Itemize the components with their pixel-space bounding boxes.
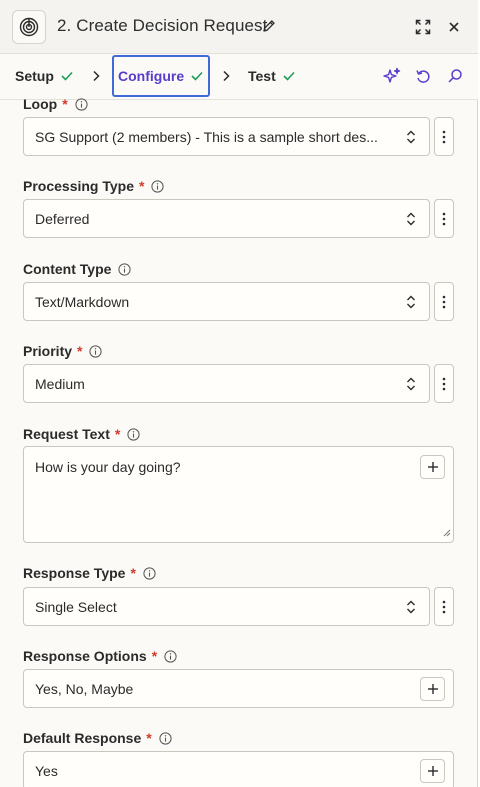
processing-type-select[interactable]: Deferred (23, 199, 430, 238)
processing-type-label-text: Processing Type (23, 178, 135, 194)
app-logo-icon (12, 10, 46, 44)
pencil-icon[interactable] (262, 19, 276, 38)
chevron-right-icon (222, 69, 230, 87)
tab-setup[interactable]: Setup (15, 54, 73, 98)
step-tabs: Setup Configure Test (0, 54, 478, 100)
info-icon[interactable] (127, 427, 140, 441)
content-type-label: Content Type (23, 261, 132, 277)
sparkle-icon[interactable] (382, 66, 402, 86)
tab-label: Configure (118, 68, 185, 84)
required-mark: * (139, 178, 145, 194)
info-icon[interactable] (159, 731, 172, 745)
default-response-input[interactable]: Yes (23, 751, 454, 787)
panel-title: 2. Create Decision Request (57, 16, 268, 35)
undo-icon[interactable] (413, 66, 433, 86)
response-type-select[interactable]: Single Select (23, 587, 430, 626)
configure-panel: 2. Create Decision Request Setup Configu… (0, 0, 478, 787)
request-text-value: How is your day going? (35, 459, 181, 475)
info-icon[interactable] (151, 179, 165, 193)
request-text-input[interactable]: How is your day going? (23, 446, 454, 543)
updown-icon (406, 377, 416, 394)
info-icon[interactable] (164, 649, 177, 663)
response-options-value: Yes, No, Maybe (35, 680, 134, 697)
required-mark: * (77, 343, 83, 359)
default-response-value: Yes (35, 762, 58, 779)
search-icon[interactable] (445, 66, 465, 86)
processing-type-label: Processing Type * (23, 178, 165, 194)
info-icon[interactable] (143, 566, 156, 580)
tab-label: Setup (15, 68, 54, 84)
plus-icon[interactable] (420, 455, 445, 479)
loop-label-text: Loop (23, 96, 58, 112)
priority-label: Priority * (23, 343, 103, 359)
priority-label-text: Priority (23, 343, 73, 359)
priority-select[interactable]: Medium (23, 364, 430, 403)
close-icon[interactable] (445, 18, 463, 36)
tab-label: Test (248, 68, 276, 84)
response-type-label-text: Response Type (23, 565, 126, 581)
plus-icon[interactable] (420, 759, 445, 783)
updown-icon (406, 130, 416, 147)
response-type-value: Single Select (35, 598, 117, 615)
info-icon[interactable] (75, 97, 88, 111)
info-icon[interactable] (89, 344, 103, 358)
response-type-kebab-icon[interactable] (434, 587, 454, 626)
check-icon (61, 68, 73, 84)
tab-configure[interactable]: Configure (112, 55, 211, 97)
request-text-label: Request Text * (23, 426, 140, 442)
required-mark: * (114, 426, 121, 442)
loop-kebab-icon[interactable] (434, 117, 454, 156)
loop-select[interactable]: SG Support (2 members) - This is a sampl… (23, 117, 430, 156)
required-mark: * (130, 565, 136, 581)
chevron-right-icon (92, 69, 100, 87)
content-type-select[interactable]: Text/Markdown (23, 282, 430, 321)
response-options-label: Response Options * (23, 648, 177, 664)
response-options-input[interactable]: Yes, No, Maybe (23, 669, 454, 708)
priority-kebab-icon[interactable] (434, 364, 454, 403)
resize-icon[interactable] (443, 524, 451, 540)
updown-icon (406, 600, 416, 617)
check-icon (191, 68, 203, 84)
content-type-value: Text/Markdown (35, 293, 130, 310)
default-response-label-text: Default Response (23, 730, 142, 746)
priority-value: Medium (35, 375, 85, 392)
default-response-label: Default Response * (23, 730, 172, 746)
tab-test[interactable]: Test (248, 54, 295, 98)
plus-icon[interactable] (420, 677, 445, 701)
response-options-label-text: Response Options (23, 648, 147, 664)
content-type-kebab-icon[interactable] (434, 282, 454, 321)
loop-label: Loop * (23, 96, 88, 112)
required-mark: * (62, 96, 68, 112)
expand-icon[interactable] (414, 18, 432, 36)
processing-type-kebab-icon[interactable] (434, 199, 454, 238)
processing-type-value: Deferred (35, 210, 90, 227)
loop-value: SG Support (2 members) - This is a sampl… (35, 128, 378, 145)
updown-icon (406, 212, 416, 229)
required-mark: * (146, 730, 152, 746)
updown-icon (406, 295, 416, 312)
content-type-label-text: Content Type (23, 261, 112, 277)
panel-header: 2. Create Decision Request (0, 0, 478, 54)
response-type-label: Response Type * (23, 565, 156, 581)
request-text-label-text: Request Text (23, 426, 110, 442)
info-icon[interactable] (118, 262, 132, 276)
check-icon (283, 68, 295, 84)
required-mark: * (151, 648, 158, 664)
